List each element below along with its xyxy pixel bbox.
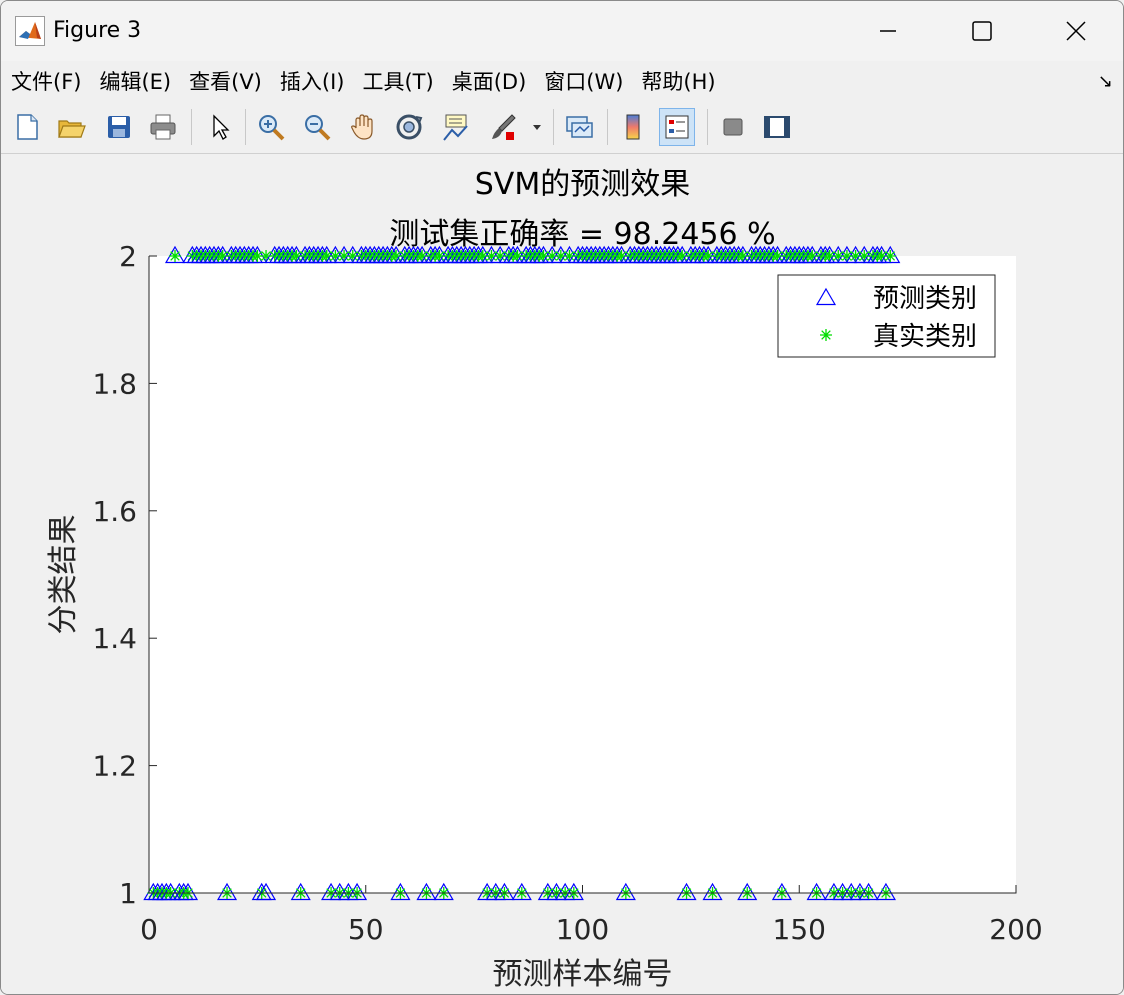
zoom-out-icon	[305, 115, 331, 141]
dock-arrow-icon[interactable]: ↘	[1098, 71, 1113, 92]
menu-window[interactable]: 窗口(W)	[534, 66, 631, 96]
pan-button[interactable]	[345, 108, 381, 146]
brush-dropdown-button[interactable]	[527, 108, 547, 146]
x-tick-label: 150	[773, 913, 826, 946]
chart-title: SVM的预测效果	[475, 167, 690, 202]
menu-tools[interactable]: 工具(T)	[352, 66, 441, 96]
hide-plot-tools-icon	[723, 118, 743, 136]
x-axis-label: 预测样本编号	[493, 957, 673, 992]
minimize-button[interactable]	[841, 1, 935, 61]
actual-marker	[884, 250, 897, 262]
x-tick-label: 50	[348, 913, 384, 946]
maximize-icon	[972, 21, 992, 41]
print-icon	[150, 114, 176, 140]
save-button[interactable]	[101, 108, 137, 146]
close-button[interactable]	[1029, 1, 1123, 61]
title-bar: Figure 3	[1, 1, 1123, 61]
save-icon	[108, 116, 130, 138]
menu-edit[interactable]: 编辑(E)	[89, 66, 179, 96]
open-file-icon	[58, 120, 86, 138]
legend-label-predicted: 预测类别	[873, 284, 977, 314]
show-plot-tools-icon	[764, 116, 790, 138]
legend-asterisk-icon	[820, 329, 832, 341]
link-plot-button[interactable]	[561, 108, 597, 146]
x-tick-label: 200	[989, 913, 1042, 946]
legend[interactable]: 预测类别 真实类别	[777, 274, 996, 358]
pan-hand-icon	[351, 114, 373, 140]
y-tick-label: 2	[119, 240, 137, 273]
select-tool-button[interactable]	[201, 108, 237, 146]
rotate-3d-button[interactable]	[391, 108, 427, 146]
brush-icon	[492, 114, 516, 140]
data-cursor-icon	[443, 114, 468, 141]
chevron-down-icon	[533, 125, 541, 130]
y-tick-label: 1.2	[92, 750, 137, 783]
open-file-button[interactable]	[53, 108, 89, 146]
figure-window: Figure 3 文件(F) 编辑(E) 查看(V) 插入(I) 工具(T) 桌…	[0, 0, 1124, 995]
menu-bar: 文件(F) 编辑(E) 查看(V) 插入(I) 工具(T) 桌面(D) 窗口(W…	[1, 61, 1123, 101]
y-tick-label: 1.4	[92, 622, 137, 655]
y-tick-label: 1.6	[92, 495, 137, 528]
zoom-in-button[interactable]	[253, 108, 289, 146]
legend-marker-actual	[820, 329, 832, 341]
zoom-in-icon	[259, 115, 285, 141]
toolbar	[1, 101, 1123, 154]
y-tick-label: 1.8	[92, 367, 137, 400]
rotate-3d-icon	[396, 114, 423, 140]
select-arrow-icon	[213, 114, 230, 140]
menu-file[interactable]: 文件(F)	[1, 66, 89, 96]
y-axis-label: 分类结果	[46, 515, 81, 635]
svm-prediction-plot[interactable]: 0 50 100 150 200 1 1.2 1.4 1.6 1.8 2 SVM的预测效果 测试集正…	[1, 154, 1123, 994]
menu-help[interactable]: 帮助(H)	[631, 66, 723, 96]
x-tick-label: 0	[140, 913, 158, 946]
legend-label-actual: 真实类别	[873, 322, 977, 352]
print-button[interactable]	[145, 108, 181, 146]
new-figure-button[interactable]	[9, 108, 45, 146]
y-tick-label: 1	[119, 877, 137, 910]
menu-insert[interactable]: 插入(I)	[270, 66, 353, 96]
menu-desktop[interactable]: 桌面(D)	[442, 66, 535, 96]
show-plot-tools-button[interactable]	[759, 108, 795, 146]
data-cursor-button[interactable]	[437, 108, 473, 146]
window-title: Figure 3	[53, 18, 142, 43]
legend-button[interactable]	[659, 108, 695, 146]
close-icon	[1066, 21, 1086, 41]
minimize-icon	[880, 30, 896, 32]
new-figure-icon	[17, 114, 38, 140]
figure-area: 0 50 100 150 200 1 1.2 1.4 1.6 1.8 2 SVM的预测效果 测试集正…	[1, 154, 1123, 994]
maximize-button[interactable]	[935, 1, 1029, 61]
matlab-logo-icon	[15, 16, 45, 46]
brush-button[interactable]	[485, 108, 521, 146]
menu-view[interactable]: 查看(V)	[179, 66, 270, 96]
legend-icon	[665, 115, 689, 139]
zoom-out-button[interactable]	[299, 108, 335, 146]
chart-subtitle: 测试集正确率 = 98.2456 %	[389, 217, 775, 252]
link-plot-icon	[566, 116, 593, 138]
hide-plot-tools-button[interactable]	[715, 108, 751, 146]
colorbar-icon	[626, 114, 640, 140]
x-tick-label: 100	[556, 913, 609, 946]
colorbar-button[interactable]	[615, 108, 651, 146]
actual-marker	[169, 250, 182, 262]
